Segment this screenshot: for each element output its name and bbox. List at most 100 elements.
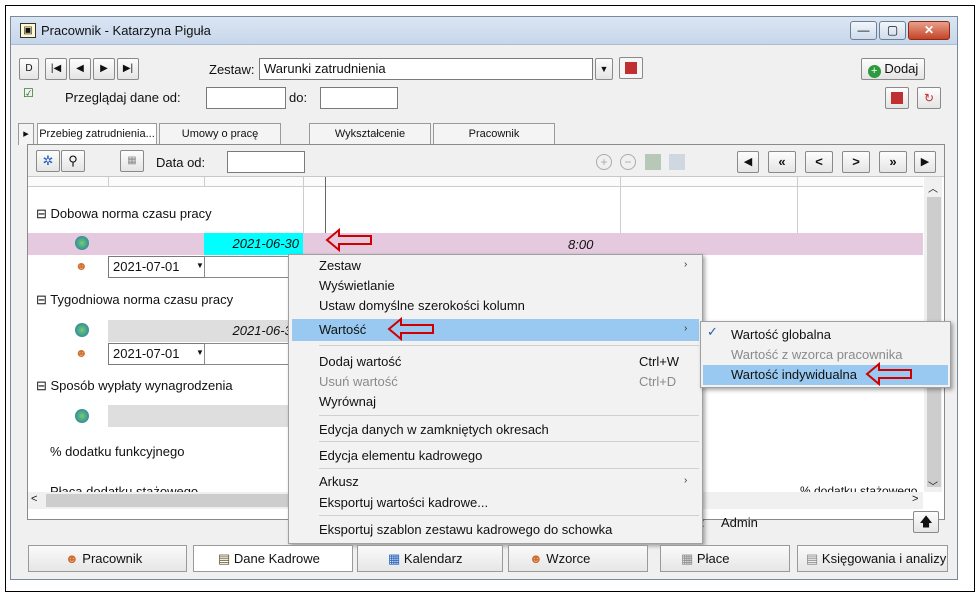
- menu-item-wartosc[interactable]: Wartość: [319, 319, 366, 341]
- zestaw-select[interactable]: Warunki zatrudnienia: [259, 58, 593, 80]
- row4-date-select[interactable]: 2021-07-01: [108, 343, 205, 365]
- browse-to-field[interactable]: [320, 87, 398, 109]
- nav-last-button[interactable]: ▶|: [117, 58, 139, 80]
- bottom-tab-ksiegowania[interactable]: ▤ Księgowania i analizy: [797, 545, 948, 572]
- row-dodatek-funkcyjny[interactable]: % dodatku funkcyjnego: [50, 444, 184, 459]
- menu-item-eksportuj-szablon[interactable]: Eksportuj szablon zestawu kadrowego do s…: [319, 519, 612, 541]
- red-arrow-annotation: [387, 316, 435, 342]
- browse-from-field[interactable]: [206, 87, 286, 109]
- grid-nav-prev-page[interactable]: «: [768, 151, 796, 173]
- menu-item-usun-wartosc[interactable]: Usuń wartość: [319, 371, 398, 393]
- nav-new-button[interactable]: D: [19, 58, 39, 80]
- grid-nav-next[interactable]: >: [842, 151, 870, 173]
- tab-umowy[interactable]: Umowy o pracę: [159, 123, 281, 145]
- ledger-icon: ▤: [806, 551, 822, 566]
- data-od-field[interactable]: [227, 151, 305, 173]
- grid-nav-last[interactable]: ▶: [914, 151, 936, 173]
- bottom-tab-kalendarz[interactable]: ▦ Kalendarz: [357, 545, 503, 572]
- person-icon: ☻: [65, 551, 83, 566]
- table-row[interactable]: [108, 405, 303, 427]
- red-arrow-annotation: [325, 227, 373, 253]
- bottom-tab-dane-kadrowe[interactable]: ▤ Dane Kadrowe: [193, 545, 353, 572]
- row2-date-select[interactable]: 2021-07-01: [108, 256, 205, 278]
- filter-checkbox-icon[interactable]: ☑: [23, 86, 37, 100]
- scroll-right-icon[interactable]: >: [912, 493, 918, 505]
- tabs-scroll-icon[interactable]: ▸: [18, 123, 34, 145]
- people-icon: ☻: [529, 551, 547, 566]
- browse-from-label: Przeglądaj dane od:: [65, 90, 181, 105]
- bottom-tab-pracownik[interactable]: ☻ Pracownik: [28, 545, 187, 572]
- close-button[interactable]: ✕: [908, 21, 950, 40]
- red-arrow-annotation: [865, 361, 913, 387]
- menu-item-dodaj-wartosc[interactable]: Dodaj wartość: [319, 351, 401, 373]
- tab-pracownik[interactable]: Pracownik: [433, 123, 555, 145]
- bottom-tab-wzorce[interactable]: ☻ Wzorce: [508, 545, 648, 572]
- menu-separator: [319, 468, 699, 469]
- maximize-button[interactable]: ▢: [879, 21, 906, 40]
- grid-nav-prev[interactable]: <: [805, 151, 833, 173]
- search-icon[interactable]: ⚲: [61, 150, 85, 172]
- paste-icon[interactable]: [669, 154, 685, 170]
- scroll-up-icon[interactable]: ︿: [928, 180, 938, 195]
- remove-circle-icon[interactable]: −: [620, 154, 636, 170]
- row1-value[interactable]: 8:00: [568, 237, 593, 252]
- shortcut-ctrl-w: Ctrl+W: [639, 354, 680, 369]
- copy-icon[interactable]: [645, 154, 661, 170]
- menu-item-zamkniete-okresy[interactable]: Edycja danych w zamkniętych okresach: [319, 419, 549, 441]
- data-od-label: Data od:: [156, 155, 206, 170]
- calendar-icon: ▦: [388, 551, 404, 566]
- submenu-arrow-icon: ›: [684, 323, 688, 334]
- row2-dropdown-icon[interactable]: ▼: [196, 261, 204, 270]
- menu-separator: [319, 515, 699, 516]
- calendar-icon[interactable]: [885, 87, 909, 109]
- menu-separator: [319, 415, 699, 416]
- add-button[interactable]: + Dodaj: [861, 58, 925, 80]
- submenu-item-globalna[interactable]: Wartość globalna: [731, 324, 831, 346]
- row4-dropdown-icon[interactable]: ▼: [196, 348, 204, 357]
- title-bar: ▣ Pracownik - Katarzyna Piguła — ▢ ✕: [11, 17, 957, 45]
- grid-header: [28, 177, 923, 187]
- scroll-down-icon[interactable]: ﹀: [928, 478, 938, 493]
- zestaw-label: Zestaw:: [209, 62, 255, 77]
- tools-icon[interactable]: ✲: [36, 150, 60, 172]
- zestaw-settings-icon[interactable]: [619, 57, 643, 79]
- menu-item-szerokosci[interactable]: Ustaw domyślne szerokości kolumn: [319, 295, 525, 317]
- menu-item-arkusz[interactable]: Arkusz: [319, 471, 359, 493]
- nav-prev-button[interactable]: ◀: [69, 58, 91, 80]
- menu-item-eksportuj-wartosci[interactable]: Eksportuj wartości kadrowe...: [319, 492, 488, 514]
- tab-wyksztalcenie[interactable]: Wykształcenie: [309, 123, 431, 145]
- col-line: [108, 177, 109, 187]
- menu-item-zestaw[interactable]: Zestaw: [319, 255, 361, 277]
- minimize-button[interactable]: —: [850, 21, 877, 40]
- grid-nav-next-page[interactable]: »: [879, 151, 907, 173]
- nav-next-button[interactable]: ▶: [93, 58, 115, 80]
- row1-date[interactable]: 2021-06-30: [204, 233, 303, 255]
- submenu-item-indywidualna[interactable]: Wartość indywidualna: [731, 364, 857, 386]
- up-arrow-button[interactable]: 🡅: [913, 511, 939, 533]
- window-title: Pracownik - Katarzyna Piguła: [41, 23, 211, 38]
- context-menu: Zestaw › Wyświetlanie Ustaw domyślne sze…: [288, 254, 703, 544]
- calculator-icon: ▦: [681, 551, 697, 566]
- bottom-tab-place[interactable]: ▦ Płace: [660, 545, 790, 572]
- nav-first-button[interactable]: |◀: [45, 58, 67, 80]
- menu-separator: [319, 441, 699, 442]
- col-line: [797, 177, 798, 237]
- browse-to-label: do:: [289, 90, 308, 105]
- scroll-left-icon[interactable]: <: [31, 493, 37, 505]
- menu-item-wyswietlanie[interactable]: Wyświetlanie: [319, 275, 395, 297]
- add-circle-icon[interactable]: +: [596, 154, 612, 170]
- menu-item-wyrownaj[interactable]: Wyrównaj: [319, 391, 376, 413]
- tab-przebieg[interactable]: Przebieg zatrudnienia...: [37, 123, 157, 145]
- table-row-selected[interactable]: [28, 233, 923, 255]
- group-dobowa[interactable]: ⊟ Dobowa norma czasu pracy: [36, 206, 212, 222]
- menu-item-element-kadrowy[interactable]: Edycja elementu kadrowego: [319, 445, 482, 467]
- app-icon: ▣: [20, 23, 36, 38]
- hscroll-thumb[interactable]: [46, 494, 296, 507]
- zestaw-dropdown-icon[interactable]: ▼: [595, 58, 613, 80]
- group-tygodniowa[interactable]: ⊟ Tygodniowa norma czasu pracy: [36, 292, 233, 308]
- refresh-icon[interactable]: ↻: [917, 87, 941, 109]
- table-icon[interactable]: ▦: [120, 150, 144, 172]
- globe-icon: [75, 323, 89, 337]
- grid-nav-first[interactable]: ◀: [737, 151, 759, 173]
- group-sposob[interactable]: ⊟ Sposób wypłaty wynagrodzenia: [36, 378, 233, 394]
